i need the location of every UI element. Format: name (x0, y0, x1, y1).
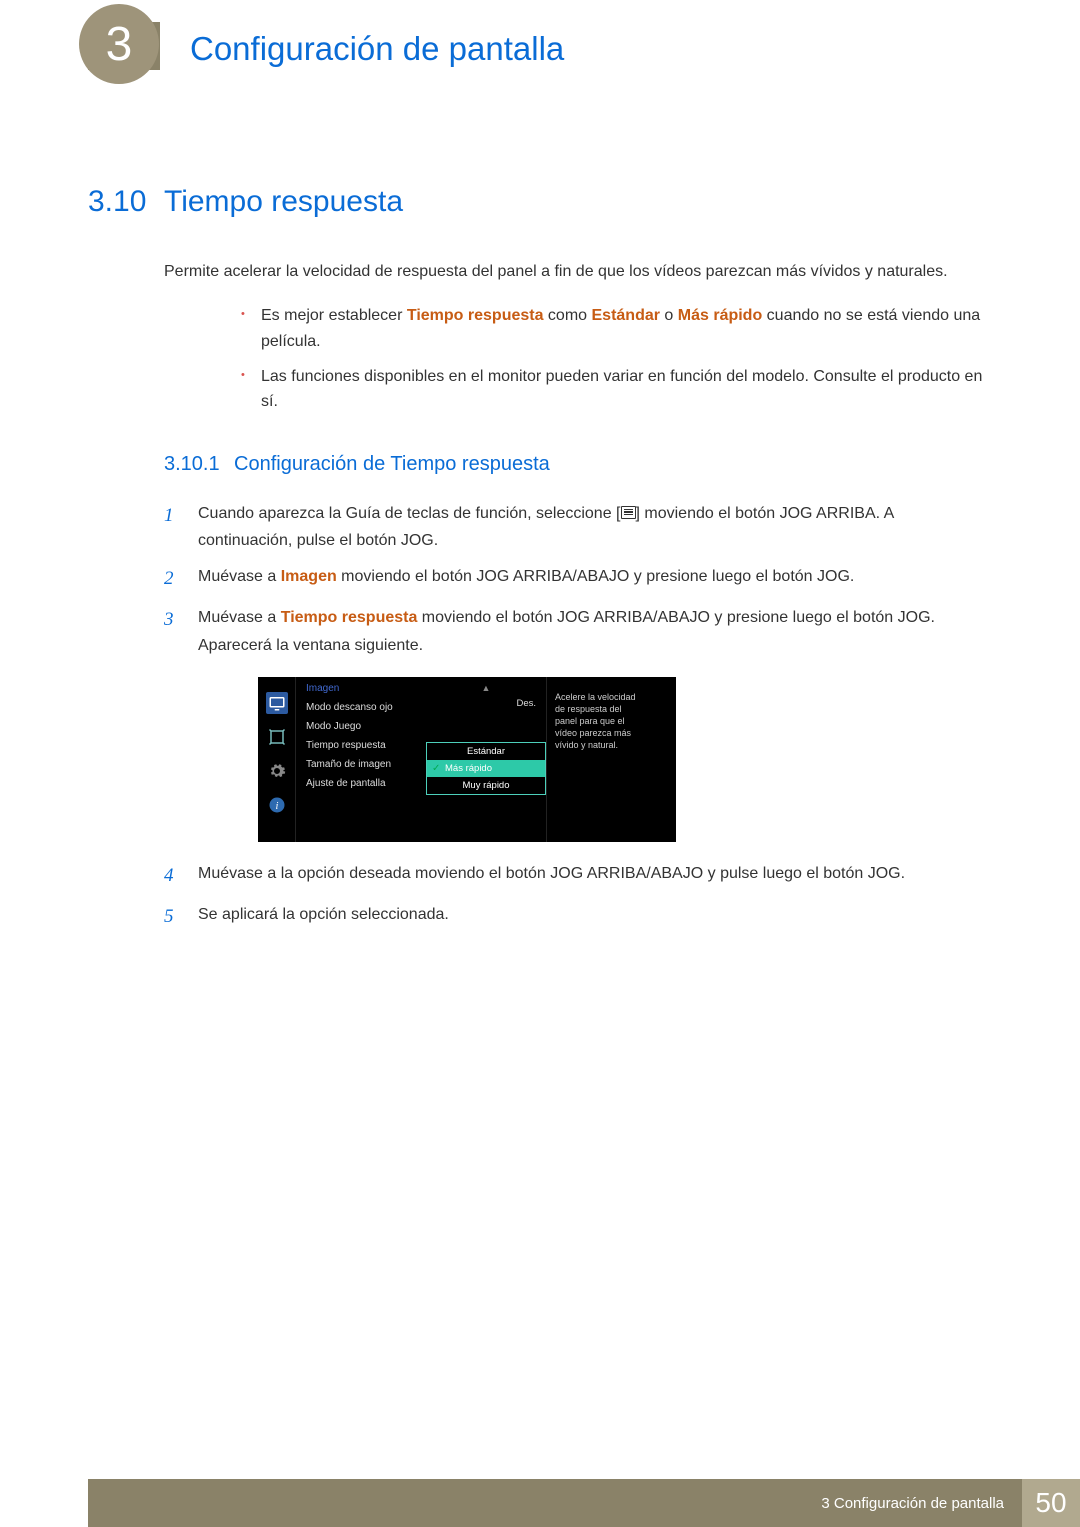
step-number: 1 (164, 500, 180, 554)
section-title: Tiempo respuesta (164, 185, 403, 218)
info-icon: i (266, 794, 288, 816)
frame-icon (266, 726, 288, 748)
subsection-heading: 3.10.1Configuración de Tiempo respuesta (164, 453, 990, 476)
step: 3 Muévase a Tiempo respuesta moviendo el… (164, 604, 990, 658)
section-number: 3.10 (88, 185, 164, 219)
osd-row: Tamaño de imagen (306, 755, 426, 774)
osd-screenshot: i Imagen Modo descanso ojo Modo Juego Ti… (258, 677, 676, 842)
step: 2 Muévase a Imagen moviendo el botón JOG… (164, 563, 990, 595)
osd-option: Muy rápido (427, 777, 545, 794)
osd-dropdown: Estándar Más rápido Muy rápido (426, 742, 546, 795)
osd-category: Imagen (306, 683, 426, 694)
chapter-number: 3 (106, 17, 133, 72)
step: 5 Se aplicará la opción seleccionada. (164, 901, 990, 933)
note-item: Es mejor establecer Tiempo respuesta com… (241, 303, 990, 354)
osd-main: Imagen Modo descanso ojo Modo Juego Tiem… (296, 677, 676, 842)
step-number: 4 (164, 860, 180, 892)
monitor-icon (266, 692, 288, 714)
osd-row: Tiempo respuesta (306, 736, 426, 755)
note-box: Es mejor establecer Tiempo respuesta com… (193, 303, 990, 414)
section-heading: 3.10Tiempo respuesta (88, 185, 990, 219)
steps-list-cont: 4 Muévase a la opción deseada moviendo e… (164, 860, 990, 934)
step-body: Se aplicará la opción seleccionada. (198, 901, 990, 933)
osd-value: Des. (426, 695, 546, 712)
step-number: 3 (164, 604, 180, 658)
footer-bar: 3 Configuración de pantalla (88, 1479, 1022, 1527)
chapter-number-badge: 3 (79, 4, 159, 84)
page-content: 3.10Tiempo respuesta Permite acelerar la… (88, 185, 990, 942)
osd-option-selected: Más rápido (427, 760, 545, 777)
footer-chapter-label: 3 Configuración de pantalla (821, 1495, 1004, 1512)
steps-list: 1 Cuando aparezca la Guía de teclas de f… (164, 500, 990, 659)
step: 4 Muévase a la opción deseada moviendo e… (164, 860, 990, 892)
page-number: 50 (1022, 1479, 1080, 1527)
bold-term: Tiempo respuesta (407, 307, 544, 324)
osd-row: Ajuste de pantalla (306, 774, 426, 793)
footer: 3 Configuración de pantalla 50 (88, 1479, 1080, 1527)
osd-row: Modo descanso ojo (306, 698, 426, 717)
svg-text:i: i (275, 801, 278, 812)
subsection-number: 3.10.1 (164, 453, 234, 476)
section-intro: Permite acelerar la velocidad de respues… (164, 259, 990, 285)
osd-labels: Imagen Modo descanso ojo Modo Juego Tiem… (296, 677, 426, 842)
arrow-up-icon: ▲ (426, 683, 546, 693)
osd-icon-column: i (258, 677, 296, 842)
subsection-title: Configuración de Tiempo respuesta (234, 453, 550, 475)
step-body: Muévase a Imagen moviendo el botón JOG A… (198, 563, 990, 595)
step-body: Muévase a la opción deseada moviendo el … (198, 860, 990, 892)
bold-term: Imagen (281, 568, 337, 585)
note-list: Es mejor establecer Tiempo respuesta com… (241, 303, 990, 414)
bold-term: Más rápido (678, 307, 762, 324)
step-number: 5 (164, 901, 180, 933)
osd-help-text: Acelere la velocidad de respuesta del pa… (546, 677, 646, 842)
bold-term: Tiempo respuesta (281, 609, 418, 626)
step-body: Cuando aparezca la Guía de teclas de fun… (198, 500, 990, 554)
bold-term: Estándar (592, 307, 660, 324)
step-body: Muévase a Tiempo respuesta moviendo el b… (198, 604, 990, 658)
chapter-title: Configuración de pantalla (190, 30, 564, 68)
osd-option: Estándar (427, 743, 545, 760)
osd-values: ▲ Des. Estándar Más rápido Muy rápido (426, 677, 546, 842)
note-item: Las funciones disponibles en el monitor … (241, 364, 990, 415)
osd-row: Modo Juego (306, 717, 426, 736)
step: 1 Cuando aparezca la Guía de teclas de f… (164, 500, 990, 554)
menu-icon (621, 506, 636, 519)
gear-icon (266, 760, 288, 782)
step-number: 2 (164, 563, 180, 595)
